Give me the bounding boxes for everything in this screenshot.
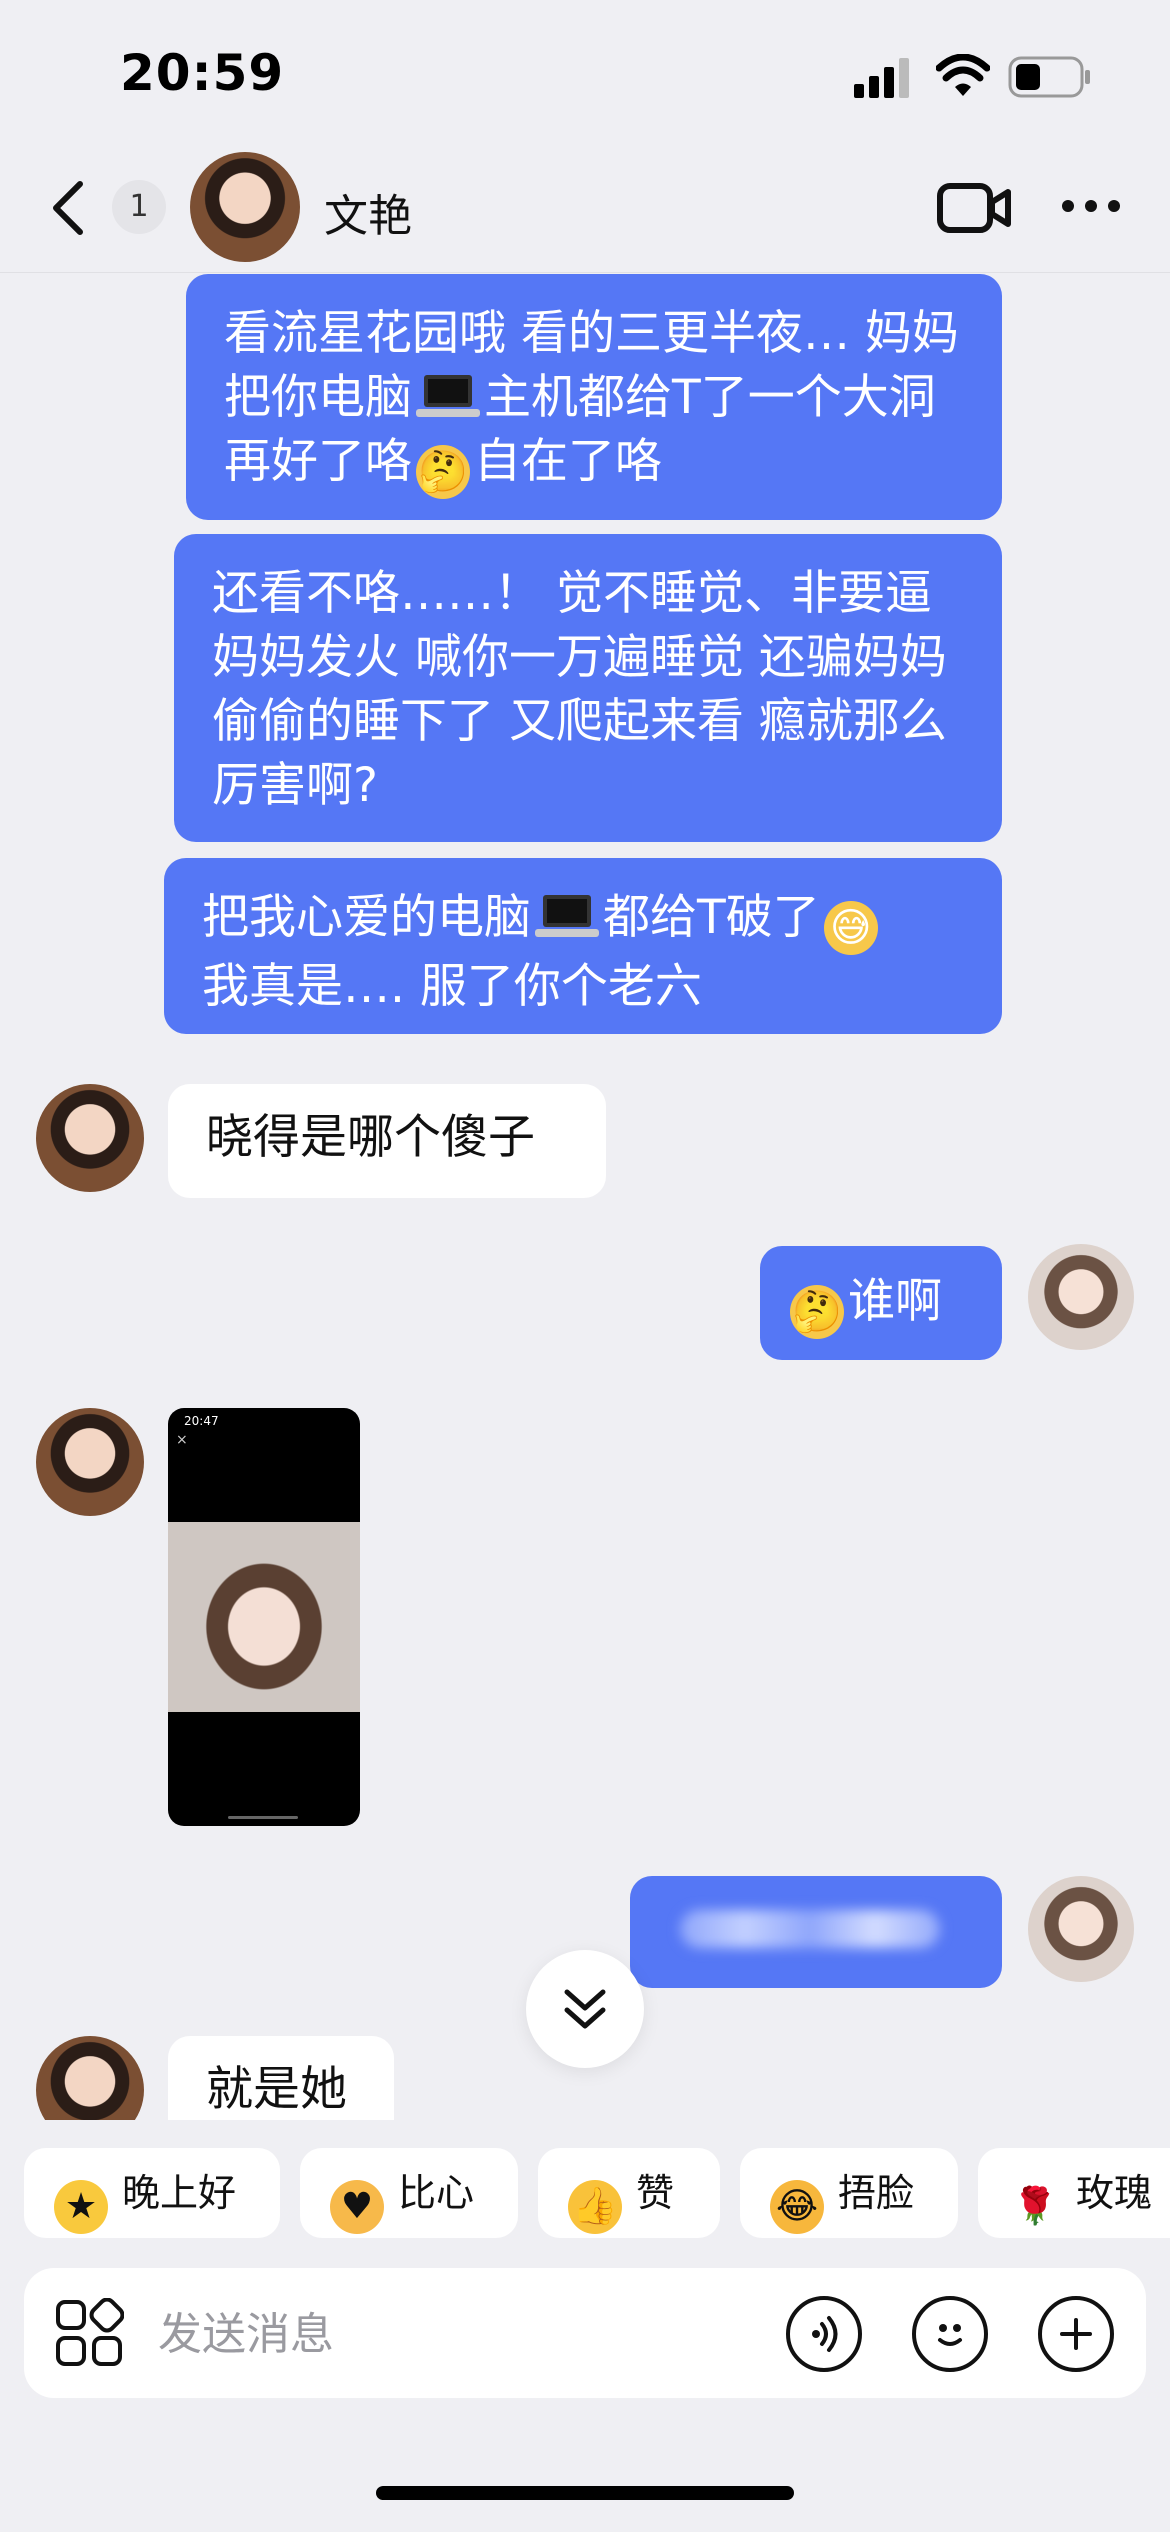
contact-avatar[interactable] [190,152,300,262]
heart-hands-icon: ♥ [330,2180,384,2234]
screenshot-close-icon: × [176,1432,188,1448]
quick-reply-label: 赞 [636,2171,675,2215]
screenshot-time: 20:47 [184,1414,219,1428]
plus-icon [1060,2318,1092,2350]
outgoing-message[interactable]: 看流星花园哦 看的三更半夜… 妈妈把你电脑 主机都给T了一个大洞 再好了咯 🤔 自在了… [186,274,1002,520]
more-icon[interactable] [1060,196,1122,216]
message-text: 谁啊 [848,1274,942,1329]
quick-reply-chip[interactable]: ♥ 比心 [300,2148,518,2238]
apps-grid-icon[interactable] [54,2298,124,2368]
contact-avatar[interactable] [36,1084,144,1192]
my-avatar[interactable] [1028,1244,1134,1350]
add-button[interactable] [1038,2296,1114,2372]
smiley-icon [938,2324,962,2346]
image-message[interactable]: 20:47 × [168,1408,360,1826]
message-text: 还看不咯……！ 觉不睡觉、非要逼妈妈发火 喊你一万遍睡觉 还骗妈妈偷偷的睡下了 … [212,566,947,813]
screenshot-photo [168,1522,360,1712]
message-text: 我真是…. 服了你个老六 [202,959,702,1014]
outgoing-message[interactable]: 🤔 谁啊 [760,1246,1002,1360]
outgoing-message[interactable]: 把我心爱的电脑 都给T破了 😅 我真是…. 服了你个老六 [164,858,1002,1034]
my-avatar[interactable] [1028,1876,1134,1982]
quick-reply-chip[interactable]: 🌹 玫瑰 [978,2148,1170,2238]
home-indicator [376,2486,794,2500]
message-text: 自在了咯 [474,434,662,489]
quick-reply-label: 比心 [398,2171,475,2215]
message-input[interactable] [156,2298,760,2370]
message-text: 晓得是哪个傻子 [206,1110,535,1165]
contact-avatar[interactable] [36,1408,144,1516]
thinking-emoji-icon: 🤔 [790,1285,844,1339]
contact-name[interactable]: 文艳 [324,180,412,244]
unread-count-badge[interactable]: 1 [112,180,166,234]
quick-reply-chip[interactable]: ★ 晚上好 [24,2148,280,2238]
outgoing-message[interactable]: 还看不咯……！ 觉不睡觉、非要逼妈妈发火 喊你一万遍睡觉 还骗妈妈偷偷的睡下了 … [174,534,1002,842]
status-time: 20:59 [120,44,285,102]
wifi-icon [936,54,990,96]
blurred-text [680,1910,940,1948]
thinking-emoji-icon: 🤔 [416,445,470,499]
voice-button[interactable] [786,2296,862,2372]
quick-reply-label: 玫瑰 [1076,2171,1153,2215]
incoming-message[interactable]: 晓得是哪个傻子 [168,1084,606,1198]
message-text: 都给T破了 [603,890,820,945]
back-icon[interactable] [46,178,90,238]
battery-icon [1008,56,1090,98]
grimace-sweat-emoji-icon: 😅 [823,901,878,955]
quick-reply-label: 捂脸 [838,2171,915,2215]
contact-avatar[interactable] [36,2036,144,2120]
laptop-emoji-icon [535,895,599,937]
emoji-button[interactable] [912,2296,988,2372]
signal-icon [854,58,909,98]
voice-icon [812,2316,838,2352]
facepalm-icon: 😂 [770,2180,824,2234]
thumbs-up-icon: 👍 [568,2180,622,2234]
message-text: 就是她 [206,2062,347,2117]
rose-icon: 🌹 [1012,2186,1058,2227]
star-icon: ★ [54,2180,108,2234]
video-call-icon[interactable] [936,178,1012,238]
quick-reply-label: 晚上好 [122,2171,237,2215]
quick-reply-chip[interactable]: 😂 捂脸 [740,2148,958,2238]
screenshot-home-indicator [228,1816,298,1819]
message-clip-area: 就是她 [0,2020,1170,2120]
message-input-bar [24,2268,1146,2398]
incoming-message[interactable]: 就是她 [168,2036,394,2120]
message-text: 把我心爱的电脑 [202,890,531,945]
laptop-emoji-icon [416,375,480,417]
quick-reply-chip[interactable]: 👍 赞 [538,2148,720,2238]
